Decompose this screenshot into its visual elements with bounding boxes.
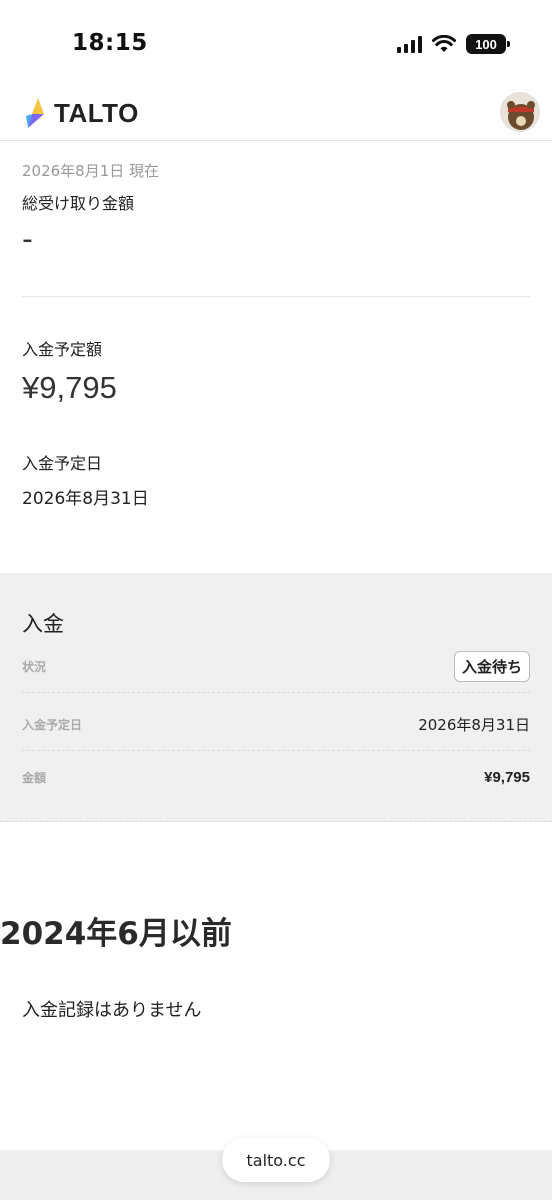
divider bbox=[22, 296, 530, 297]
app-header: TALTO bbox=[0, 88, 552, 141]
wifi-icon bbox=[432, 35, 456, 53]
status-bar: 18:15 100 bbox=[0, 0, 552, 88]
deposit-title: 入金 bbox=[22, 612, 64, 636]
deposit-date-row: 入金予定日 2026年8月31日 bbox=[22, 699, 530, 751]
scheduled-date-label: 入金予定日 bbox=[22, 454, 103, 473]
no-records-message: 入金記録はありません bbox=[22, 1000, 202, 1021]
total-received-value: - bbox=[22, 222, 33, 257]
talto-logo-icon bbox=[26, 98, 44, 128]
scheduled-date-value: 2026年8月31日 bbox=[22, 489, 149, 509]
scheduled-amount-value: ¥9,795 bbox=[22, 370, 117, 405]
deposit-amount-row: 金額 ¥9,795 bbox=[22, 751, 530, 803]
total-received-label: 総受け取り金額 bbox=[22, 194, 135, 213]
deposit-date-label: 入金予定日 bbox=[22, 718, 83, 732]
deposit-date-value: 2026年8月31日 bbox=[418, 716, 530, 734]
scheduled-amount-label: 入金予定額 bbox=[22, 340, 103, 359]
history-heading: 2024年6月以前 bbox=[0, 916, 232, 952]
deposit-amount-label: 金額 bbox=[22, 770, 47, 785]
deposit-card: 入金 状況 入金待ち 入金予定日 2026年8月31日 金額 ¥9,795 bbox=[0, 573, 552, 822]
status-badge: 入金待ち bbox=[453, 651, 530, 682]
battery-icon: 100 bbox=[466, 34, 510, 54]
avatar[interactable] bbox=[500, 92, 540, 132]
logo[interactable]: TALTO bbox=[24, 96, 139, 130]
as-of-date: 2026年8月1日 現在 bbox=[22, 162, 160, 180]
deposit-amount-value: ¥9,795 bbox=[484, 768, 530, 786]
cellular-signal-icon bbox=[397, 35, 422, 53]
brand-name: TALTO bbox=[54, 97, 139, 128]
status-time: 18:15 bbox=[72, 30, 148, 56]
status-icons: 100 bbox=[397, 34, 510, 54]
status-label: 状況 bbox=[22, 660, 47, 674]
url-bar[interactable]: talto.cc bbox=[222, 1138, 330, 1182]
deposit-status-row: 状況 入金待ち bbox=[22, 641, 530, 693]
